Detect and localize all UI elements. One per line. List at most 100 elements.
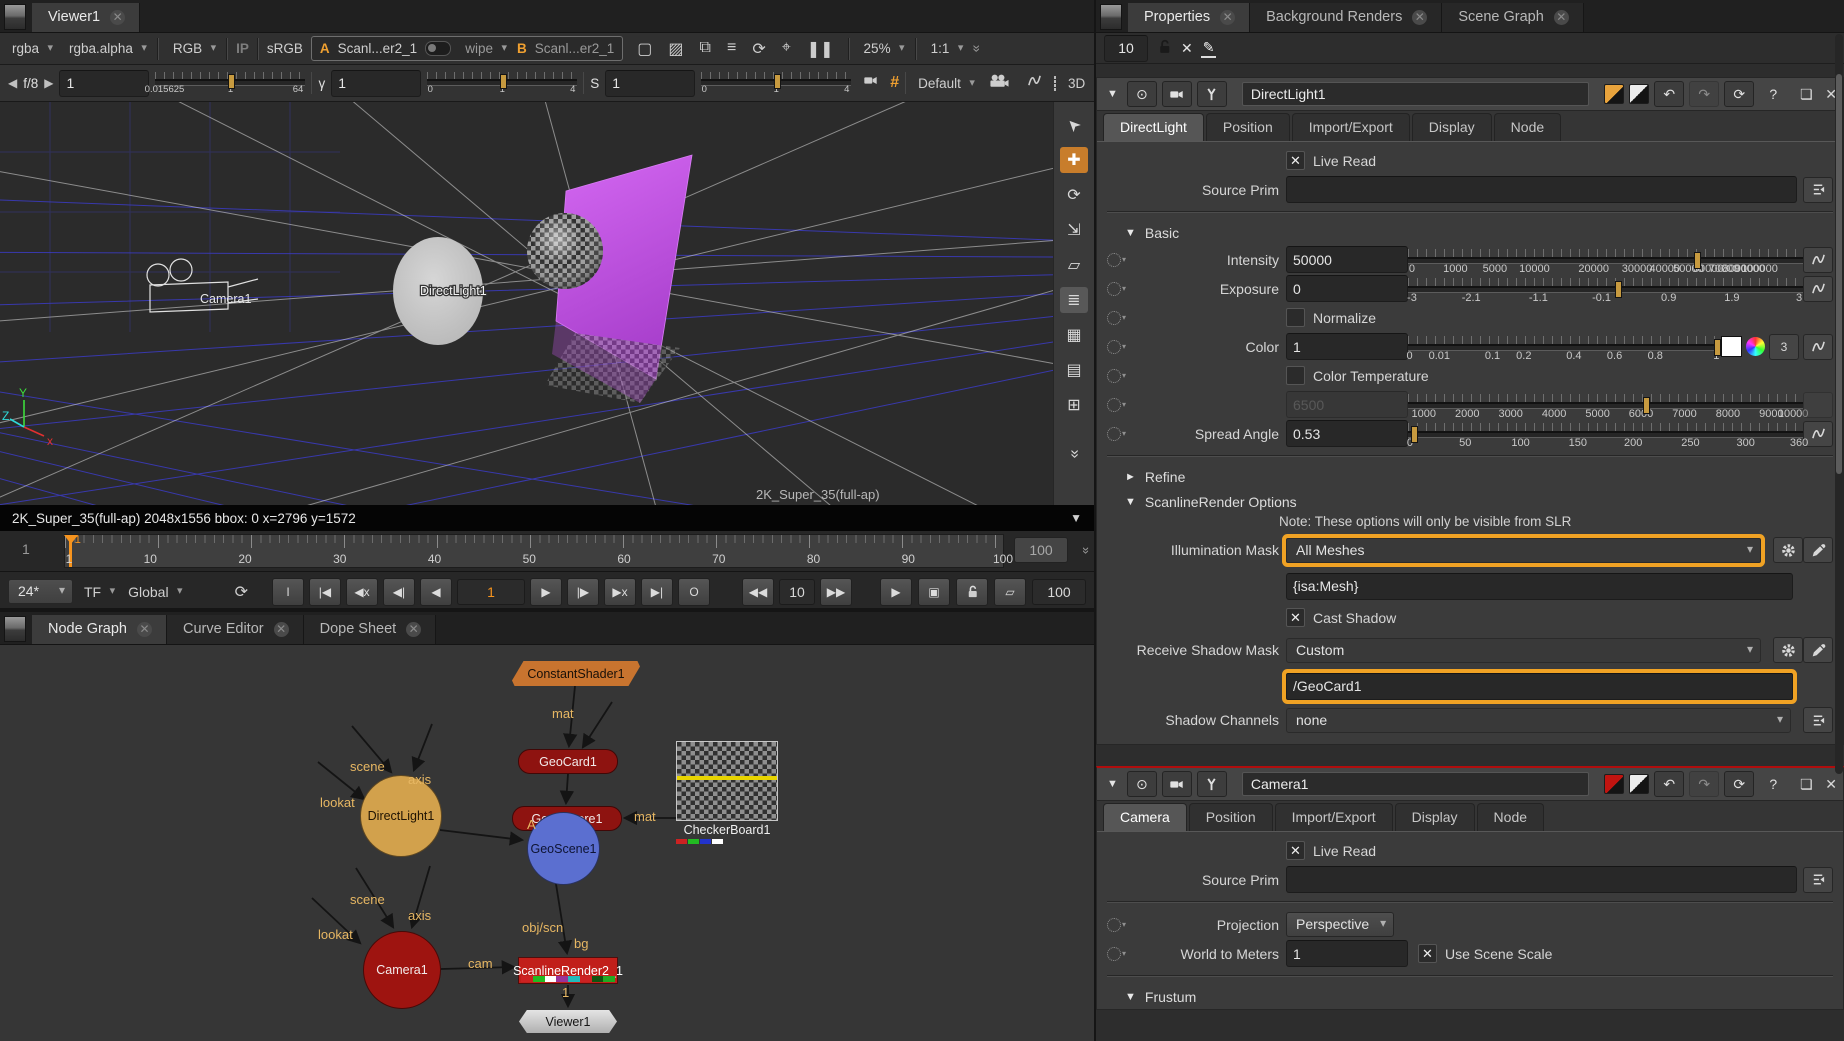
slider-handle[interactable] (500, 74, 507, 89)
tab-node[interactable]: Node (1477, 803, 1544, 831)
node-geoscene1[interactable]: GeoScene1 (527, 812, 600, 885)
projection-dropdown[interactable]: Perspective (1286, 912, 1394, 937)
source-prim-input[interactable] (1286, 176, 1797, 203)
illumination-mask-dropdown[interactable]: All Meshes (1286, 538, 1761, 563)
node-thumbnail[interactable] (676, 741, 778, 821)
gamma-slider[interactable]: 014 (427, 70, 577, 96)
receive-shadow-path-input[interactable] (1286, 673, 1793, 700)
b-input-dropdown[interactable]: Scanl...er2_1 (535, 41, 615, 56)
tab-directlight[interactable]: DirectLight (1103, 113, 1204, 141)
redo-button[interactable]: ↷ (1689, 771, 1719, 797)
panel-corner-icon[interactable] (4, 4, 26, 30)
tab-properties[interactable]: Properties✕ (1128, 3, 1250, 32)
scenegraph-browse-button[interactable] (1803, 867, 1833, 893)
panel-corner-icon[interactable] (1100, 4, 1122, 30)
step-back-button[interactable]: ◀| (383, 578, 415, 606)
illumination-mask-expression[interactable] (1286, 573, 1793, 600)
tab-scene-graph[interactable]: Scene Graph✕ (1442, 3, 1583, 32)
revert-button[interactable]: ⟳ (1724, 771, 1754, 797)
proxy-ratio-dropdown[interactable]: 1:1 (925, 39, 966, 58)
animation-menu-icon[interactable]: ▾ (1107, 340, 1129, 354)
channels-dropdown[interactable]: rgba (6, 39, 55, 58)
color-input[interactable] (1286, 333, 1408, 360)
redo-button[interactable]: ↷ (1689, 81, 1719, 107)
undo-button[interactable]: ↶ (1654, 81, 1684, 107)
roi-icon[interactable]: ⌖ (776, 39, 797, 59)
slider-handle[interactable] (1714, 339, 1721, 356)
revert-button[interactable]: ⟳ (1724, 81, 1754, 107)
rotate-tool[interactable]: ⟳ (1060, 182, 1088, 208)
grid-tool[interactable]: ⊞ (1060, 392, 1088, 418)
lock-panels-icon[interactable] (1156, 38, 1173, 58)
light-toggle-button[interactable] (1162, 771, 1192, 797)
guides-grid-icon[interactable]: # (890, 74, 899, 92)
pause-icon[interactable]: ❚❚ (801, 39, 840, 59)
prev-keyframe-button[interactable]: ◀x (346, 578, 378, 606)
slider-handle[interactable] (774, 74, 781, 89)
select-tool[interactable]: ➤ (1060, 112, 1088, 138)
use-scene-scale-checkbox[interactable] (1418, 944, 1437, 963)
animation-menu-icon[interactable]: ▾ (1107, 918, 1129, 932)
zoom-level-dropdown[interactable]: 25% (858, 39, 907, 58)
slider-handle[interactable] (1411, 426, 1418, 443)
basic-section-header[interactable]: ▼Basic (1097, 220, 1843, 245)
node-connection[interactable] (583, 702, 612, 747)
panel-corner-icon[interactable] (4, 616, 26, 642)
zebra-stripes-icon[interactable]: ▨ (662, 39, 689, 59)
light-toggle-button[interactable] (1162, 81, 1192, 107)
icon-color-swatch[interactable] (1629, 774, 1649, 794)
viewer-process-dropdown[interactable]: Default (912, 74, 977, 93)
fullscreen-icon[interactable]: ▢ (631, 39, 658, 59)
close-tab-icon[interactable]: ✕ (1554, 10, 1569, 25)
gain-toggle-icon[interactable] (857, 73, 884, 93)
float-panel-button[interactable]: ❏ (1792, 772, 1820, 796)
more-tools-chevron[interactable]: » (1060, 441, 1088, 467)
live-read-checkbox[interactable] (1286, 151, 1305, 170)
curve-button[interactable] (1803, 276, 1833, 302)
wipe-toggle[interactable] (425, 41, 451, 56)
tab-node[interactable]: Node (1494, 113, 1561, 141)
node-geocard1[interactable]: GeoCard1 (518, 749, 618, 774)
display-mode-dropdown[interactable]: RGB (167, 39, 218, 58)
viewer-lut-button[interactable]: sRGB (267, 41, 303, 56)
center-node-button[interactable]: ⊙ (1127, 81, 1157, 107)
jump-back-button[interactable]: ◀◀ (742, 578, 774, 606)
scanlinerender-options-header[interactable]: ▼ScanlineRender Options (1097, 489, 1843, 514)
collapse-arrow[interactable]: ▼ (1103, 778, 1122, 790)
node-name-field[interactable] (1242, 772, 1589, 796)
play-backward-button[interactable]: ◀ (420, 578, 452, 606)
frame-step-box[interactable]: 10 (779, 579, 815, 605)
animation-menu-icon[interactable]: ▾ (1107, 311, 1129, 325)
next-keyframe-button[interactable]: ▶x (604, 578, 636, 606)
curve-button[interactable] (1803, 334, 1833, 360)
color-temperature-checkbox[interactable] (1286, 366, 1305, 385)
node-color-swatch[interactable] (1604, 84, 1624, 104)
tab-display[interactable]: Display (1395, 803, 1475, 831)
tab-dope-sheet[interactable]: Dope Sheet✕ (304, 615, 437, 644)
infobar-caret[interactable]: ▼ (1070, 511, 1082, 525)
timeline-chevron[interactable]: » (1079, 547, 1094, 554)
node-name-field[interactable] (1242, 82, 1589, 106)
input-process-button[interactable]: IP (236, 41, 249, 56)
translate-tool[interactable]: ✚ (1060, 147, 1088, 173)
saturation-slider[interactable]: 014 (701, 70, 851, 96)
lut-curve-icon[interactable] (1021, 73, 1048, 93)
channel-list-button[interactable] (1803, 707, 1833, 733)
node-connection[interactable] (566, 774, 568, 803)
color-wheel-icon[interactable] (1746, 337, 1765, 356)
node-checkerboard1[interactable]: CheckerBoard1 (676, 741, 778, 844)
slider-handle[interactable] (228, 74, 235, 89)
more-options-chevron[interactable]: » (970, 45, 985, 53)
current-frame-box[interactable]: 1 (457, 579, 525, 605)
max-panels-input[interactable] (1104, 35, 1148, 62)
animation-menu-icon[interactable]: ▾ (1107, 369, 1129, 383)
float-panel-button[interactable]: ❏ (1792, 82, 1820, 106)
intensity-input[interactable] (1286, 246, 1408, 273)
gain-input[interactable] (59, 70, 149, 97)
jump-forward-button[interactable]: ▶▶ (820, 578, 852, 606)
timeline-ruler[interactable]: 1 1102030405060708090100 (64, 534, 1004, 568)
animation-menu-icon[interactable]: ▾ (1107, 398, 1129, 412)
slider-handle[interactable] (1615, 281, 1622, 298)
node-color-swatch[interactable] (1604, 774, 1624, 794)
exposure-input[interactable] (1286, 275, 1408, 302)
